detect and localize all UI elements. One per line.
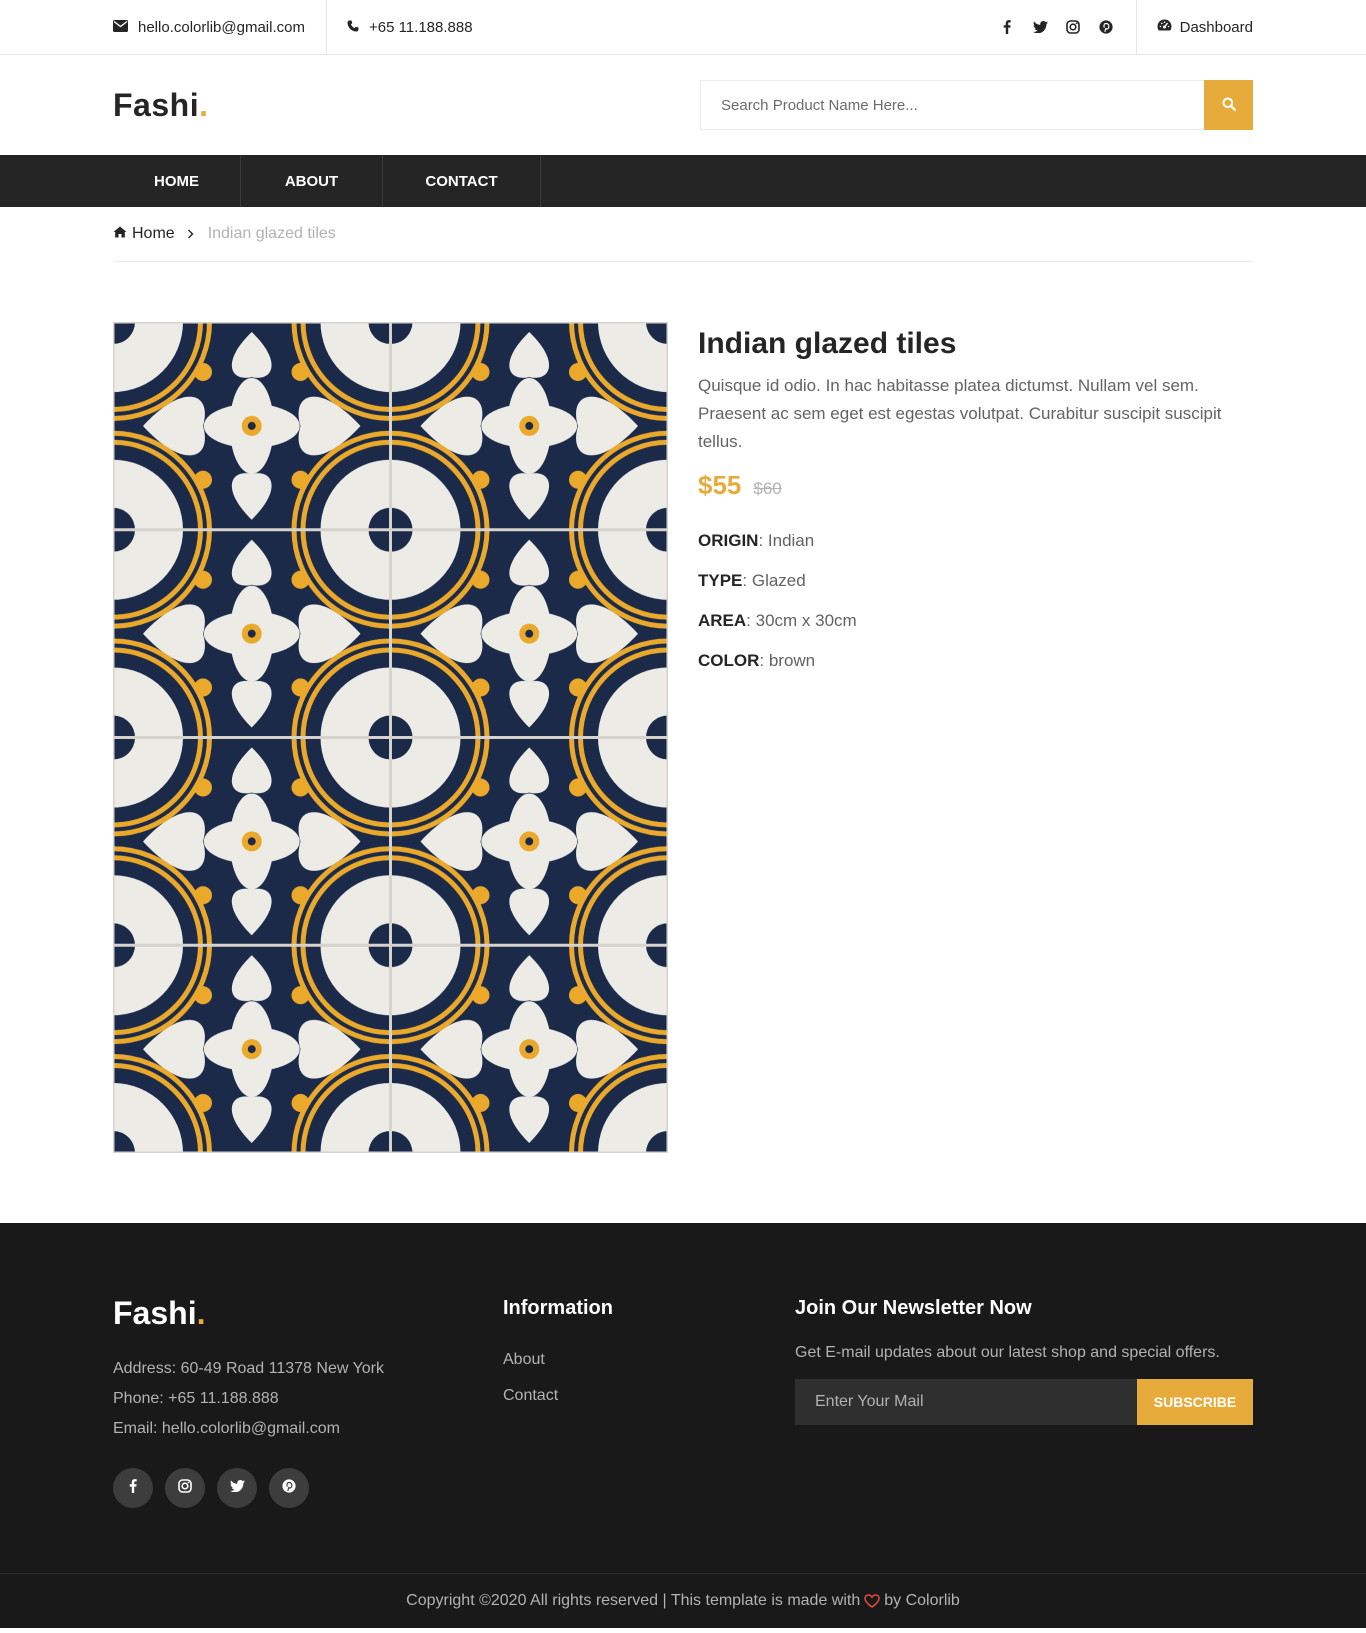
newsletter-heading: Join Our Newsletter Now — [795, 1297, 1032, 1319]
footer-logo-text: Fashi — [113, 1295, 197, 1331]
copyright: Copyright ©2020 All rights reserved | Th… — [0, 1573, 1366, 1628]
footer-info-heading: Information — [503, 1297, 613, 1319]
top-bar: hello.colorlib@gmail.com +65 11.188.888 — [0, 0, 1366, 55]
header: Fashi. — [0, 55, 1366, 155]
chevron-right-icon — [187, 229, 194, 239]
price-old: $60 — [753, 479, 782, 498]
product-price: $55 $60 — [698, 470, 1253, 501]
dashboard-link[interactable]: Dashboard — [1137, 0, 1253, 54]
product-description: Quisque id odio. In hac habitasse platea… — [698, 376, 1222, 451]
footer-address: Address: 60-49 Road 11378 New York — [113, 1360, 384, 1377]
topbar-email[interactable]: hello.colorlib@gmail.com — [113, 0, 327, 54]
logo[interactable]: Fashi. — [113, 87, 208, 124]
spec-area: AREA: 30cm x 30cm — [698, 609, 1253, 632]
subscribe-button[interactable]: SUBSCRIBE — [1137, 1379, 1253, 1425]
facebook-icon[interactable] — [998, 18, 1017, 37]
price-current: $55 — [698, 470, 742, 500]
footer-logo-dot: . — [196, 1295, 206, 1331]
product-info: Indian glazed tiles Quisque id odio. In … — [698, 322, 1253, 1153]
spec-value: : 30cm x 30cm — [746, 611, 857, 630]
facebook-icon — [129, 1478, 137, 1498]
pinterest-icon[interactable] — [1097, 18, 1116, 37]
envelope-icon — [113, 19, 138, 36]
breadcrumb-home[interactable]: Home — [113, 225, 175, 243]
copyright-text-after: by Colorlib — [884, 1592, 960, 1609]
nav-about[interactable]: ABOUT — [241, 155, 383, 207]
spec-origin: ORIGIN: Indian — [698, 529, 1253, 552]
dashboard-label: Dashboard — [1179, 18, 1253, 36]
footer-email: Email: hello.colorlib@gmail.com — [113, 1420, 340, 1437]
instagram-icon — [178, 1478, 192, 1498]
spec-value: : Glazed — [742, 571, 806, 590]
nav-contact[interactable]: CONTACT — [383, 155, 541, 207]
search-button[interactable] — [1204, 80, 1253, 130]
instagram-icon[interactable] — [1064, 18, 1083, 37]
product-specs: ORIGIN: Indian TYPE: Glazed AREA: 30cm x… — [698, 529, 1253, 672]
footer-twitter-button[interactable] — [217, 1468, 257, 1508]
spec-color: COLOR: brown — [698, 649, 1253, 672]
spec-value: : Indian — [758, 531, 815, 550]
search-input[interactable] — [700, 80, 1204, 130]
spec-key: COLOR — [698, 651, 760, 670]
product-section: Indian glazed tiles Quisque id odio. In … — [113, 262, 1253, 1223]
spec-key: ORIGIN — [698, 531, 759, 550]
footer-newsletter: Join Our Newsletter Now Get E-mail updat… — [795, 1295, 1253, 1573]
breadcrumb: Home Indian glazed tiles — [113, 207, 1253, 262]
footer-logo[interactable]: Fashi. — [113, 1295, 503, 1332]
breadcrumb-current: Indian glazed tiles — [207, 225, 336, 242]
newsletter-text: Get E-mail updates about our latest shop… — [795, 1344, 1220, 1361]
spec-key: TYPE — [698, 571, 743, 590]
footer-instagram-button[interactable] — [165, 1468, 205, 1508]
product-image[interactable] — [113, 322, 668, 1153]
heart-icon — [864, 1594, 881, 1608]
phone-icon — [347, 19, 369, 36]
spec-type: TYPE: Glazed — [698, 569, 1253, 592]
newsletter-form: SUBSCRIBE — [795, 1379, 1253, 1425]
search-icon — [1222, 97, 1236, 114]
breadcrumb-home-label: Home — [132, 225, 175, 242]
footer: Fashi. Address: 60-49 Road 11378 New Yor… — [0, 1223, 1366, 1628]
search-box — [700, 80, 1253, 130]
topbar-socials — [998, 0, 1137, 54]
footer-socials — [113, 1468, 503, 1508]
footer-link-about[interactable]: About — [503, 1342, 795, 1378]
footer-facebook-button[interactable] — [113, 1468, 153, 1508]
copyright-text-before: Copyright ©2020 All rights reserved | Th… — [406, 1592, 861, 1609]
product-title: Indian glazed tiles — [698, 327, 957, 360]
pinterest-icon — [282, 1478, 296, 1498]
topbar-phone-text: +65 11.188.888 — [368, 18, 473, 36]
footer-pinterest-button[interactable] — [269, 1468, 309, 1508]
main-nav: HOME ABOUT CONTACT — [0, 155, 1366, 207]
footer-about: Fashi. Address: 60-49 Road 11378 New Yor… — [113, 1295, 503, 1573]
twitter-icon — [229, 1479, 245, 1497]
logo-dot: . — [199, 86, 209, 123]
dashboard-icon — [1157, 19, 1180, 36]
home-icon — [113, 225, 132, 243]
footer-information: Information About Contact — [503, 1295, 795, 1573]
spec-key: AREA — [698, 611, 747, 630]
spec-value: : brown — [759, 651, 816, 670]
topbar-email-text: hello.colorlib@gmail.com — [138, 18, 305, 36]
footer-phone: Phone: +65 11.188.888 — [113, 1390, 279, 1407]
nav-home[interactable]: HOME — [113, 155, 241, 207]
logo-text: Fashi — [113, 86, 200, 123]
topbar-phone[interactable]: +65 11.188.888 — [327, 0, 473, 54]
twitter-icon[interactable] — [1031, 18, 1050, 37]
newsletter-email-input[interactable] — [795, 1379, 1137, 1425]
footer-link-contact[interactable]: Contact — [503, 1378, 795, 1414]
